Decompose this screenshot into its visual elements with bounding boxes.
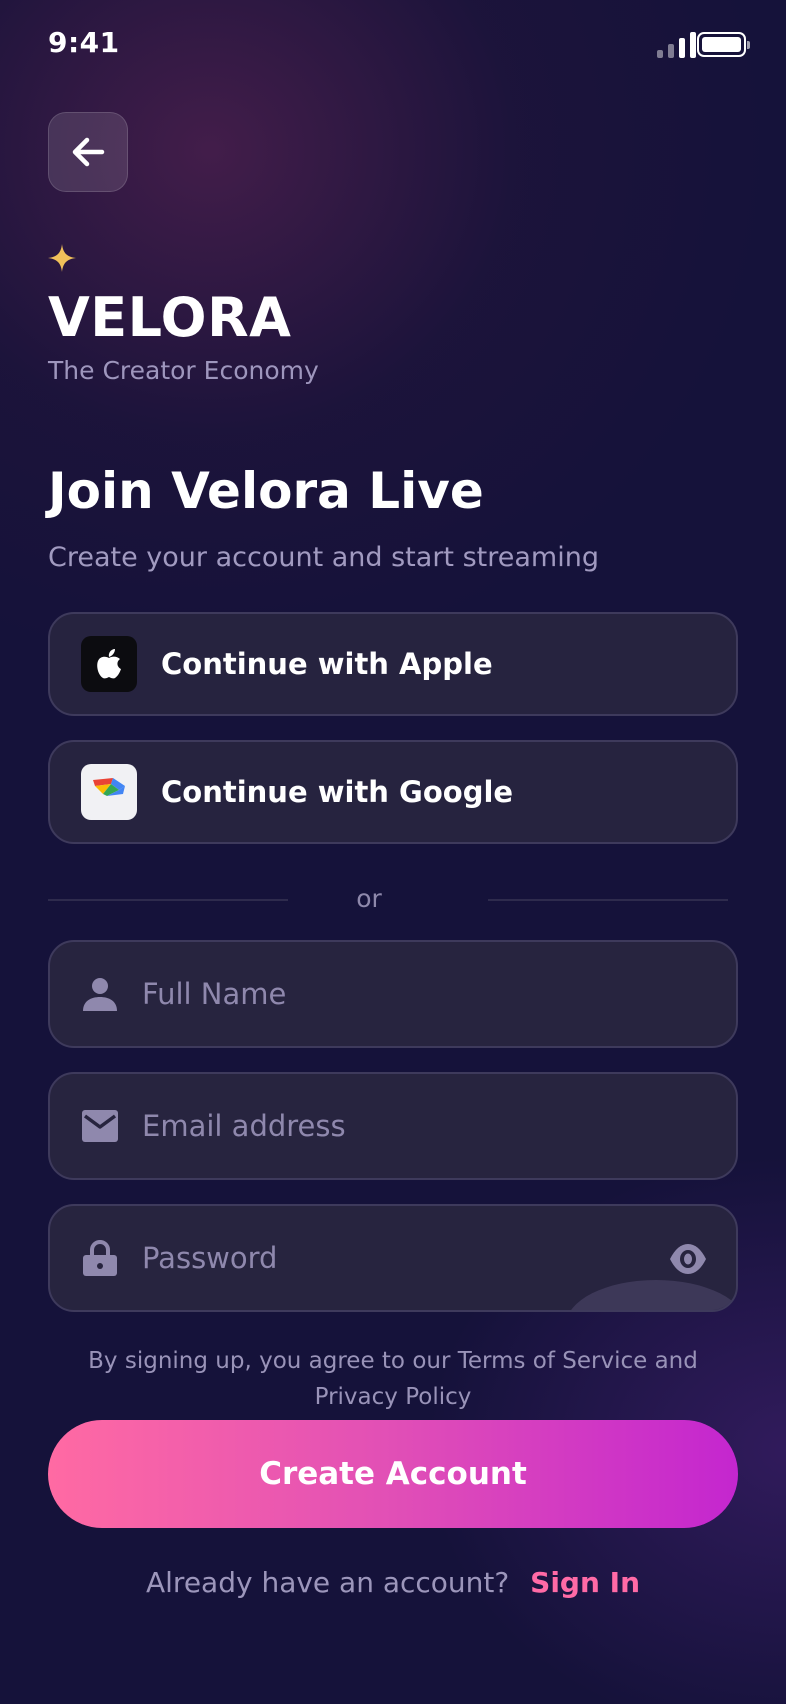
- signal-icon: [657, 32, 696, 58]
- signin-row: Already have an account? Sign In: [0, 1566, 786, 1599]
- brand-name: VELORA: [48, 286, 292, 349]
- google-logo-icon: [81, 764, 137, 820]
- email-field[interactable]: [48, 1072, 738, 1180]
- page-title: Join Velora Live: [48, 462, 484, 520]
- apple-logo-icon: [81, 636, 137, 692]
- terms-text: By signing up, you agree to our Terms of…: [88, 1348, 698, 1410]
- continue-with-apple-button[interactable]: Continue with Apple: [48, 612, 738, 716]
- full-name-input[interactable]: [142, 977, 642, 1011]
- signin-question: Already have an account?: [145, 1566, 510, 1599]
- continue-with-google-button[interactable]: Continue with Google: [48, 740, 738, 844]
- apple-button-label: Continue with Apple: [161, 647, 493, 681]
- sign-in-link[interactable]: Sign In: [530, 1566, 640, 1599]
- full-name-field[interactable]: [48, 940, 738, 1048]
- back-button[interactable]: [48, 112, 128, 192]
- status-time: 9:41: [48, 26, 120, 59]
- divider-text: or: [356, 884, 382, 913]
- brand-tagline: The Creator Economy: [48, 356, 319, 385]
- divider-line-right: [488, 899, 728, 901]
- arrow-left-icon: [72, 137, 105, 167]
- password-field[interactable]: [48, 1204, 738, 1312]
- status-bar: 9:41: [0, 0, 786, 90]
- divider-line-left: [48, 899, 288, 901]
- page-subtitle: Create your account and start streaming: [48, 542, 599, 573]
- lock-icon: [80, 1238, 120, 1278]
- google-button-label: Continue with Google: [161, 775, 514, 809]
- field-glow: [566, 1280, 736, 1310]
- eye-icon[interactable]: [668, 1239, 708, 1279]
- create-account-button[interactable]: Create Account: [48, 1420, 738, 1528]
- email-input[interactable]: [142, 1109, 642, 1143]
- mail-icon: [80, 1106, 120, 1146]
- sparkle-icon: [48, 244, 76, 272]
- password-input[interactable]: [142, 1241, 642, 1275]
- battery-icon: [697, 32, 750, 57]
- or-divider: or: [48, 882, 728, 918]
- user-icon: [80, 974, 120, 1014]
